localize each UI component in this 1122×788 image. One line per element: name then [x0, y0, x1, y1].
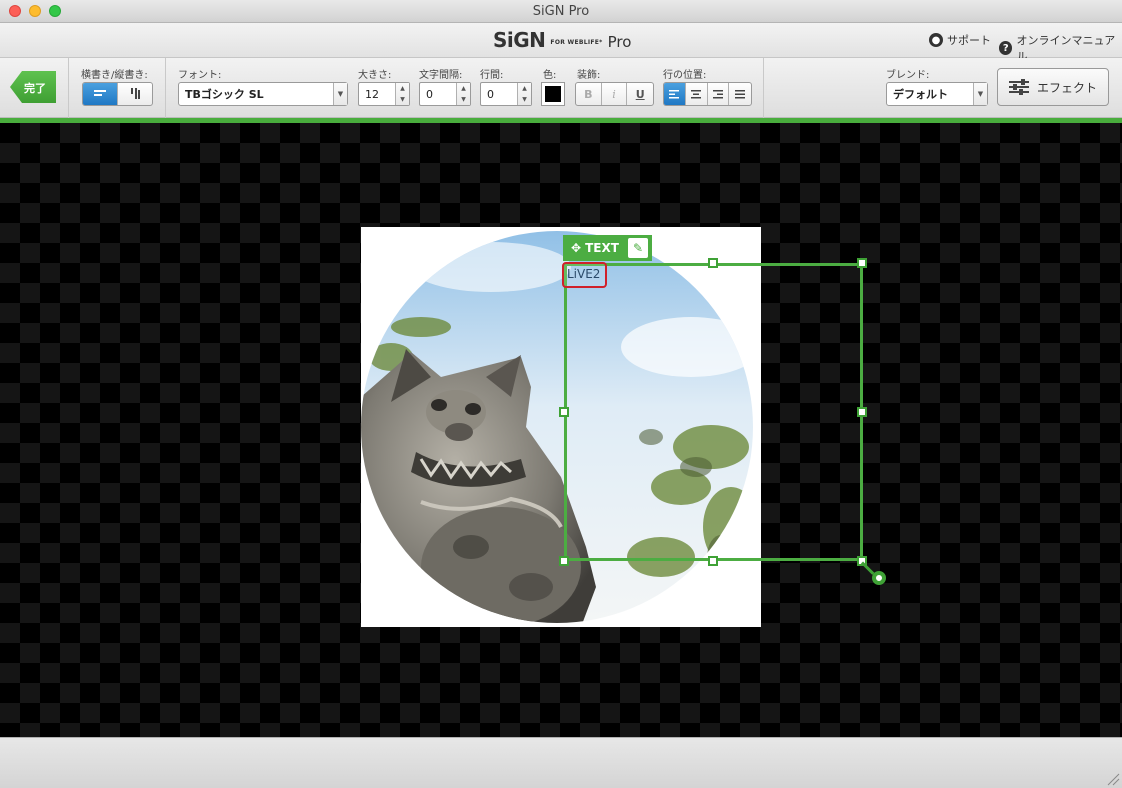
resize-handle-right[interactable] [857, 407, 867, 417]
vertical-text-icon [130, 88, 140, 99]
font-size-stepper[interactable]: 12 ▲ ▼ [358, 82, 410, 106]
alignment-buttons [663, 82, 752, 106]
toolbar-divider [763, 58, 764, 118]
align-center-button[interactable] [686, 83, 708, 105]
decrement-icon[interactable]: ▼ [396, 94, 409, 105]
user-icon: ● [929, 33, 943, 47]
effect-button[interactable]: エフェクト [997, 68, 1109, 106]
underline-button[interactable]: U [627, 83, 653, 105]
done-button-label: 完了 [24, 82, 46, 95]
artboard[interactable] [361, 227, 761, 627]
align-right-icon [712, 89, 723, 98]
align-left-icon [669, 89, 680, 98]
app-header: SiGN FOR WEBLIFE* Pro ● サポート ? オンラインマニュア… [0, 23, 1122, 63]
align-justify-icon [735, 89, 746, 98]
lion-dog-photo [361, 231, 753, 623]
text-object[interactable]: LiVE2 [562, 262, 607, 288]
vertical-writing-button[interactable] [118, 83, 153, 105]
bold-button[interactable]: B [576, 83, 602, 105]
resize-handle-top[interactable] [708, 258, 718, 268]
title-bar: SiGN Pro [0, 0, 1122, 23]
size-label: 大きさ: [358, 70, 392, 81]
text-color-swatch[interactable] [541, 82, 565, 106]
logo-sub: FOR WEBLIFE* [550, 39, 603, 46]
align-left-button[interactable] [664, 83, 686, 105]
decoration-buttons: B i U [575, 82, 654, 106]
horizontal-writing-button[interactable] [83, 83, 118, 105]
increment-icon[interactable]: ▲ [457, 83, 470, 94]
blend-select-value: デフォルト [893, 88, 948, 101]
move-icon[interactable]: ✥ [571, 241, 581, 255]
increment-icon[interactable]: ▲ [396, 83, 409, 94]
letter-spacing-value: 0 [426, 88, 433, 101]
pencil-icon[interactable]: ✎ [628, 238, 648, 258]
logo-main: SiGN [493, 28, 546, 52]
italic-button[interactable]: i [602, 83, 628, 105]
horizontal-text-icon [93, 90, 106, 96]
orientation-toggle [82, 82, 153, 106]
done-button[interactable]: 完了 [10, 71, 56, 103]
help-icon: ? [999, 41, 1013, 55]
font-select-value: TBゴシック SL [185, 88, 264, 101]
align-center-icon [691, 89, 702, 98]
resize-handle-bottom[interactable] [708, 556, 718, 566]
chevron-down-icon: ▼ [333, 83, 347, 105]
support-link-label: サポート [947, 34, 991, 47]
decrement-icon[interactable]: ▼ [518, 94, 531, 105]
align-right-button[interactable] [708, 83, 730, 105]
app-logo: SiGN FOR WEBLIFE* Pro [493, 28, 631, 52]
decoration-label: 装飾: [577, 70, 601, 81]
letter-spacing-stepper[interactable]: 0 ▲ ▼ [419, 82, 471, 106]
logo-pro: Pro [607, 33, 632, 51]
resize-handle-top-right[interactable] [857, 258, 867, 268]
orientation-label: 横書き/縦書き: [81, 70, 148, 81]
resize-handle-bottom-left[interactable] [559, 556, 569, 566]
support-link[interactable]: ● サポート [929, 32, 991, 48]
sliders-icon [1008, 79, 1029, 95]
blend-label: ブレンド: [886, 70, 930, 81]
window-title: SiGN Pro [532, 4, 590, 19]
status-bar [0, 737, 1122, 788]
font-label: フォント: [178, 70, 222, 81]
letter-spacing-label: 文字間隔: [419, 70, 463, 81]
align-justify-button[interactable] [729, 83, 751, 105]
resize-handle-left[interactable] [559, 407, 569, 417]
effect-button-label: エフェクト [1036, 80, 1097, 95]
rotate-handle[interactable] [872, 571, 886, 585]
color-swatch-fill [545, 86, 561, 102]
line-spacing-stepper[interactable]: 0 ▲ ▼ [480, 82, 532, 106]
align-label: 行の位置: [663, 70, 707, 81]
line-spacing-value: 0 [487, 88, 494, 101]
blend-select[interactable]: デフォルト ▼ [886, 82, 988, 106]
increment-icon[interactable]: ▲ [518, 83, 531, 94]
text-layer-tag-label: TEXT [585, 241, 619, 255]
text-layer-tag[interactable]: ✥ TEXT ✎ [563, 235, 652, 261]
font-size-value: 12 [365, 88, 379, 101]
color-label: 色: [543, 70, 557, 81]
decrement-icon[interactable]: ▼ [457, 94, 470, 105]
font-select[interactable]: TBゴシック SL ▼ [178, 82, 348, 106]
chevron-down-icon: ▼ [973, 83, 987, 105]
resize-grip-icon[interactable] [1104, 770, 1120, 786]
toolbar-divider [68, 58, 69, 118]
toolbar-divider [165, 58, 166, 118]
line-spacing-label: 行間: [480, 70, 504, 81]
